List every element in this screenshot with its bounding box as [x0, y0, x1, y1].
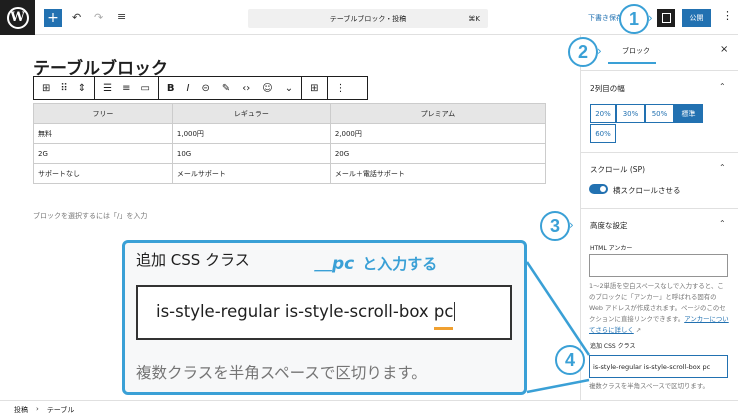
step-marker-1: 1	[619, 4, 649, 34]
css-value-highlight: pc	[433, 302, 454, 330]
callout-instruction: ＿pc と入力する	[315, 249, 437, 274]
arrow-icon: ›	[597, 44, 602, 58]
arrow-icon: ›	[648, 11, 653, 25]
callout-title: 追加 CSS クラス	[136, 251, 250, 269]
step-marker-4: 4	[555, 345, 585, 375]
step-marker-2: 2	[568, 37, 598, 67]
arrow-icon: ›	[569, 218, 574, 232]
callout-help: 複数クラスを半角スペースで区切ります。	[136, 364, 427, 382]
css-value-main: is-style-regular is-style-scroll-box	[156, 302, 434, 321]
step-marker-3: 3	[540, 211, 570, 241]
callout-css-input: is-style-regular is-style-scroll-box pc	[136, 285, 512, 340]
instruction-text: と入力する	[362, 255, 438, 273]
instruction-code: ＿pc	[315, 254, 355, 274]
